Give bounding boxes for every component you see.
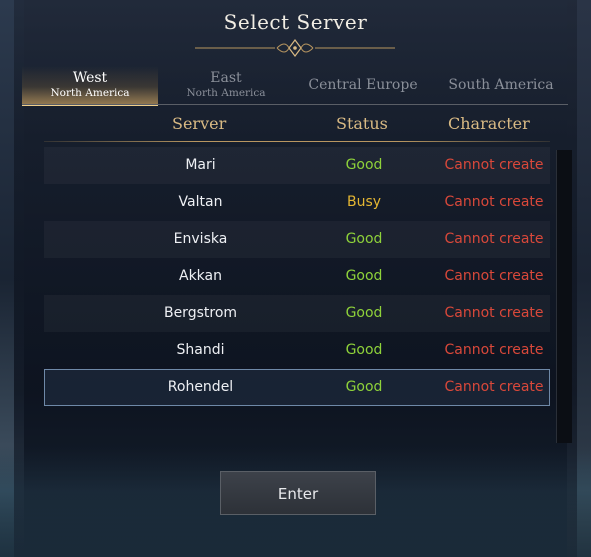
server-row[interactable]: Mari Good Cannot create <box>44 147 550 184</box>
tab-label: East <box>210 70 242 86</box>
character-status: Cannot create <box>444 194 544 210</box>
tab-label: Central Europe <box>308 77 418 93</box>
enter-button[interactable]: Enter <box>220 471 376 515</box>
server-list-scrollbar[interactable] <box>556 150 572 443</box>
server-row[interactable]: Enviska Good Cannot create <box>44 221 550 258</box>
tab-west-north-america[interactable]: West North America <box>22 66 158 106</box>
server-name: Bergstrom <box>163 305 238 321</box>
character-status: Cannot create <box>444 379 544 395</box>
server-status: Good <box>345 379 383 395</box>
dialog-title: Select Server <box>223 10 368 34</box>
title-ornament-icon <box>195 39 395 57</box>
server-name: Valtan <box>178 194 223 210</box>
tab-south-america[interactable]: South America <box>436 66 566 104</box>
server-list: Mari Good Cannot create Valtan Busy Cann… <box>44 147 550 406</box>
server-status: Good <box>345 305 383 321</box>
server-name: Shandi <box>176 342 225 358</box>
server-row[interactable]: Akkan Good Cannot create <box>44 258 550 295</box>
character-status: Cannot create <box>444 157 544 173</box>
server-row[interactable]: Bergstrom Good Cannot create <box>44 295 550 332</box>
server-name: Enviska <box>173 231 228 247</box>
server-status: Busy <box>346 194 382 210</box>
server-name: Akkan <box>179 268 222 284</box>
tab-label: West <box>72 70 108 86</box>
server-name: Mari <box>185 157 216 173</box>
tabs-divider <box>22 104 568 105</box>
tab-sublabel: North America <box>50 87 130 99</box>
server-status: Good <box>345 342 383 358</box>
server-name: Rohendel <box>167 379 234 395</box>
server-row-selected[interactable]: Rohendel Good Cannot create <box>44 369 550 406</box>
character-status: Cannot create <box>444 231 544 247</box>
table-header: Server Status Character <box>44 112 550 140</box>
server-status: Good <box>345 231 383 247</box>
column-header-character: Character <box>448 114 530 133</box>
server-row[interactable]: Shandi Good Cannot create <box>44 332 550 369</box>
column-header-server: Server <box>172 114 227 133</box>
character-status: Cannot create <box>444 342 544 358</box>
tab-label: South America <box>448 77 554 93</box>
server-status: Good <box>345 268 383 284</box>
server-status: Good <box>345 157 383 173</box>
character-status: Cannot create <box>444 268 544 284</box>
column-header-status: Status <box>336 114 388 133</box>
tab-central-europe[interactable]: Central Europe <box>298 66 428 104</box>
tab-east-north-america[interactable]: East North America <box>158 66 294 104</box>
character-status: Cannot create <box>444 305 544 321</box>
tab-sublabel: North America <box>186 87 266 99</box>
server-row[interactable]: Valtan Busy Cannot create <box>44 184 550 221</box>
header-divider <box>44 141 550 142</box>
region-tabs: West North America East North America Ce… <box>22 66 568 106</box>
